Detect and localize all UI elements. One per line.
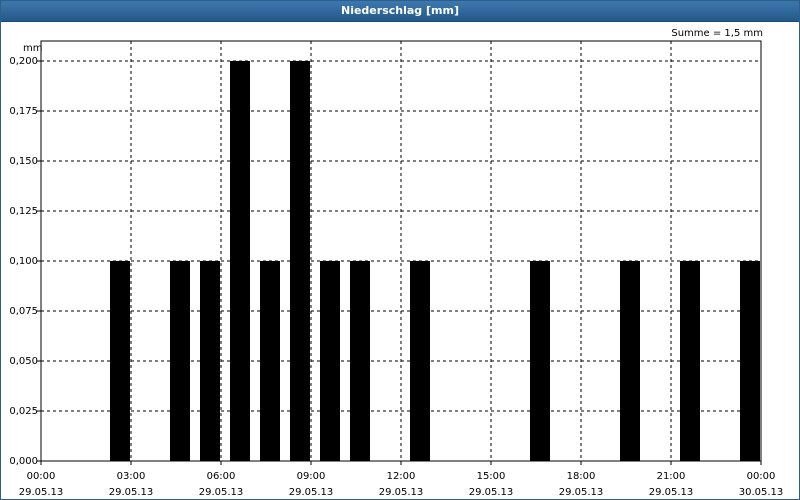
y-tick-label: 0,000 xyxy=(9,456,38,467)
x-tick-time: 09:00 xyxy=(297,471,326,482)
bar xyxy=(740,261,760,461)
bar xyxy=(290,61,310,461)
y-tick-label: 0,125 xyxy=(9,206,38,217)
x-tick-time: 00:00 xyxy=(747,471,776,482)
x-tick-date: 29.05.13 xyxy=(469,487,514,498)
x-tick-date: 29.05.13 xyxy=(19,487,64,498)
bar xyxy=(260,261,280,461)
bar xyxy=(110,261,130,461)
x-tick-date: 29.05.13 xyxy=(289,487,334,498)
bar xyxy=(680,261,700,461)
x-tick-date: 29.05.13 xyxy=(649,487,694,498)
y-tick-label: 0,050 xyxy=(9,356,38,367)
bar xyxy=(410,261,430,461)
x-tick-time: 18:00 xyxy=(567,471,596,482)
x-tick-time: 06:00 xyxy=(207,471,236,482)
x-tick-date: 29.05.13 xyxy=(559,487,604,498)
x-tick-time: 03:00 xyxy=(117,471,146,482)
x-tick-time: 00:00 xyxy=(27,471,56,482)
y-tick-label: 0,200 xyxy=(9,56,38,67)
bar xyxy=(350,261,370,461)
y-tick-label: 0,150 xyxy=(9,156,38,167)
y-tick-label: 0,025 xyxy=(9,406,38,417)
y-tick-label: 0,075 xyxy=(9,306,38,317)
bar xyxy=(200,261,220,461)
bar xyxy=(230,61,250,461)
x-tick-date: 29.05.13 xyxy=(109,487,154,498)
bar xyxy=(620,261,640,461)
x-tick-time: 12:00 xyxy=(387,471,416,482)
bar xyxy=(320,261,340,461)
y-axis-label: mm xyxy=(23,43,42,54)
precipitation-chart: 0,000 0,025 0,050 0,075 0,100 0,125 0,150 0,175… xyxy=(9,40,784,498)
x-tick-date: 29.05.13 xyxy=(199,487,244,498)
bar xyxy=(170,261,190,461)
x-tick-date: 29.05.13 xyxy=(379,487,424,498)
y-tick-label: 0,175 xyxy=(9,106,38,117)
x-tick-date: 30.05.13 xyxy=(739,487,784,498)
y-tick-label: 0,100 xyxy=(9,256,38,267)
chart-window: Niederschlag [mm] Summe = 1,5 mm 0,000 0,… xyxy=(0,0,800,500)
bar xyxy=(530,261,550,461)
x-tick-time: 21:00 xyxy=(657,471,686,482)
x-tick-time: 15:00 xyxy=(477,471,506,482)
